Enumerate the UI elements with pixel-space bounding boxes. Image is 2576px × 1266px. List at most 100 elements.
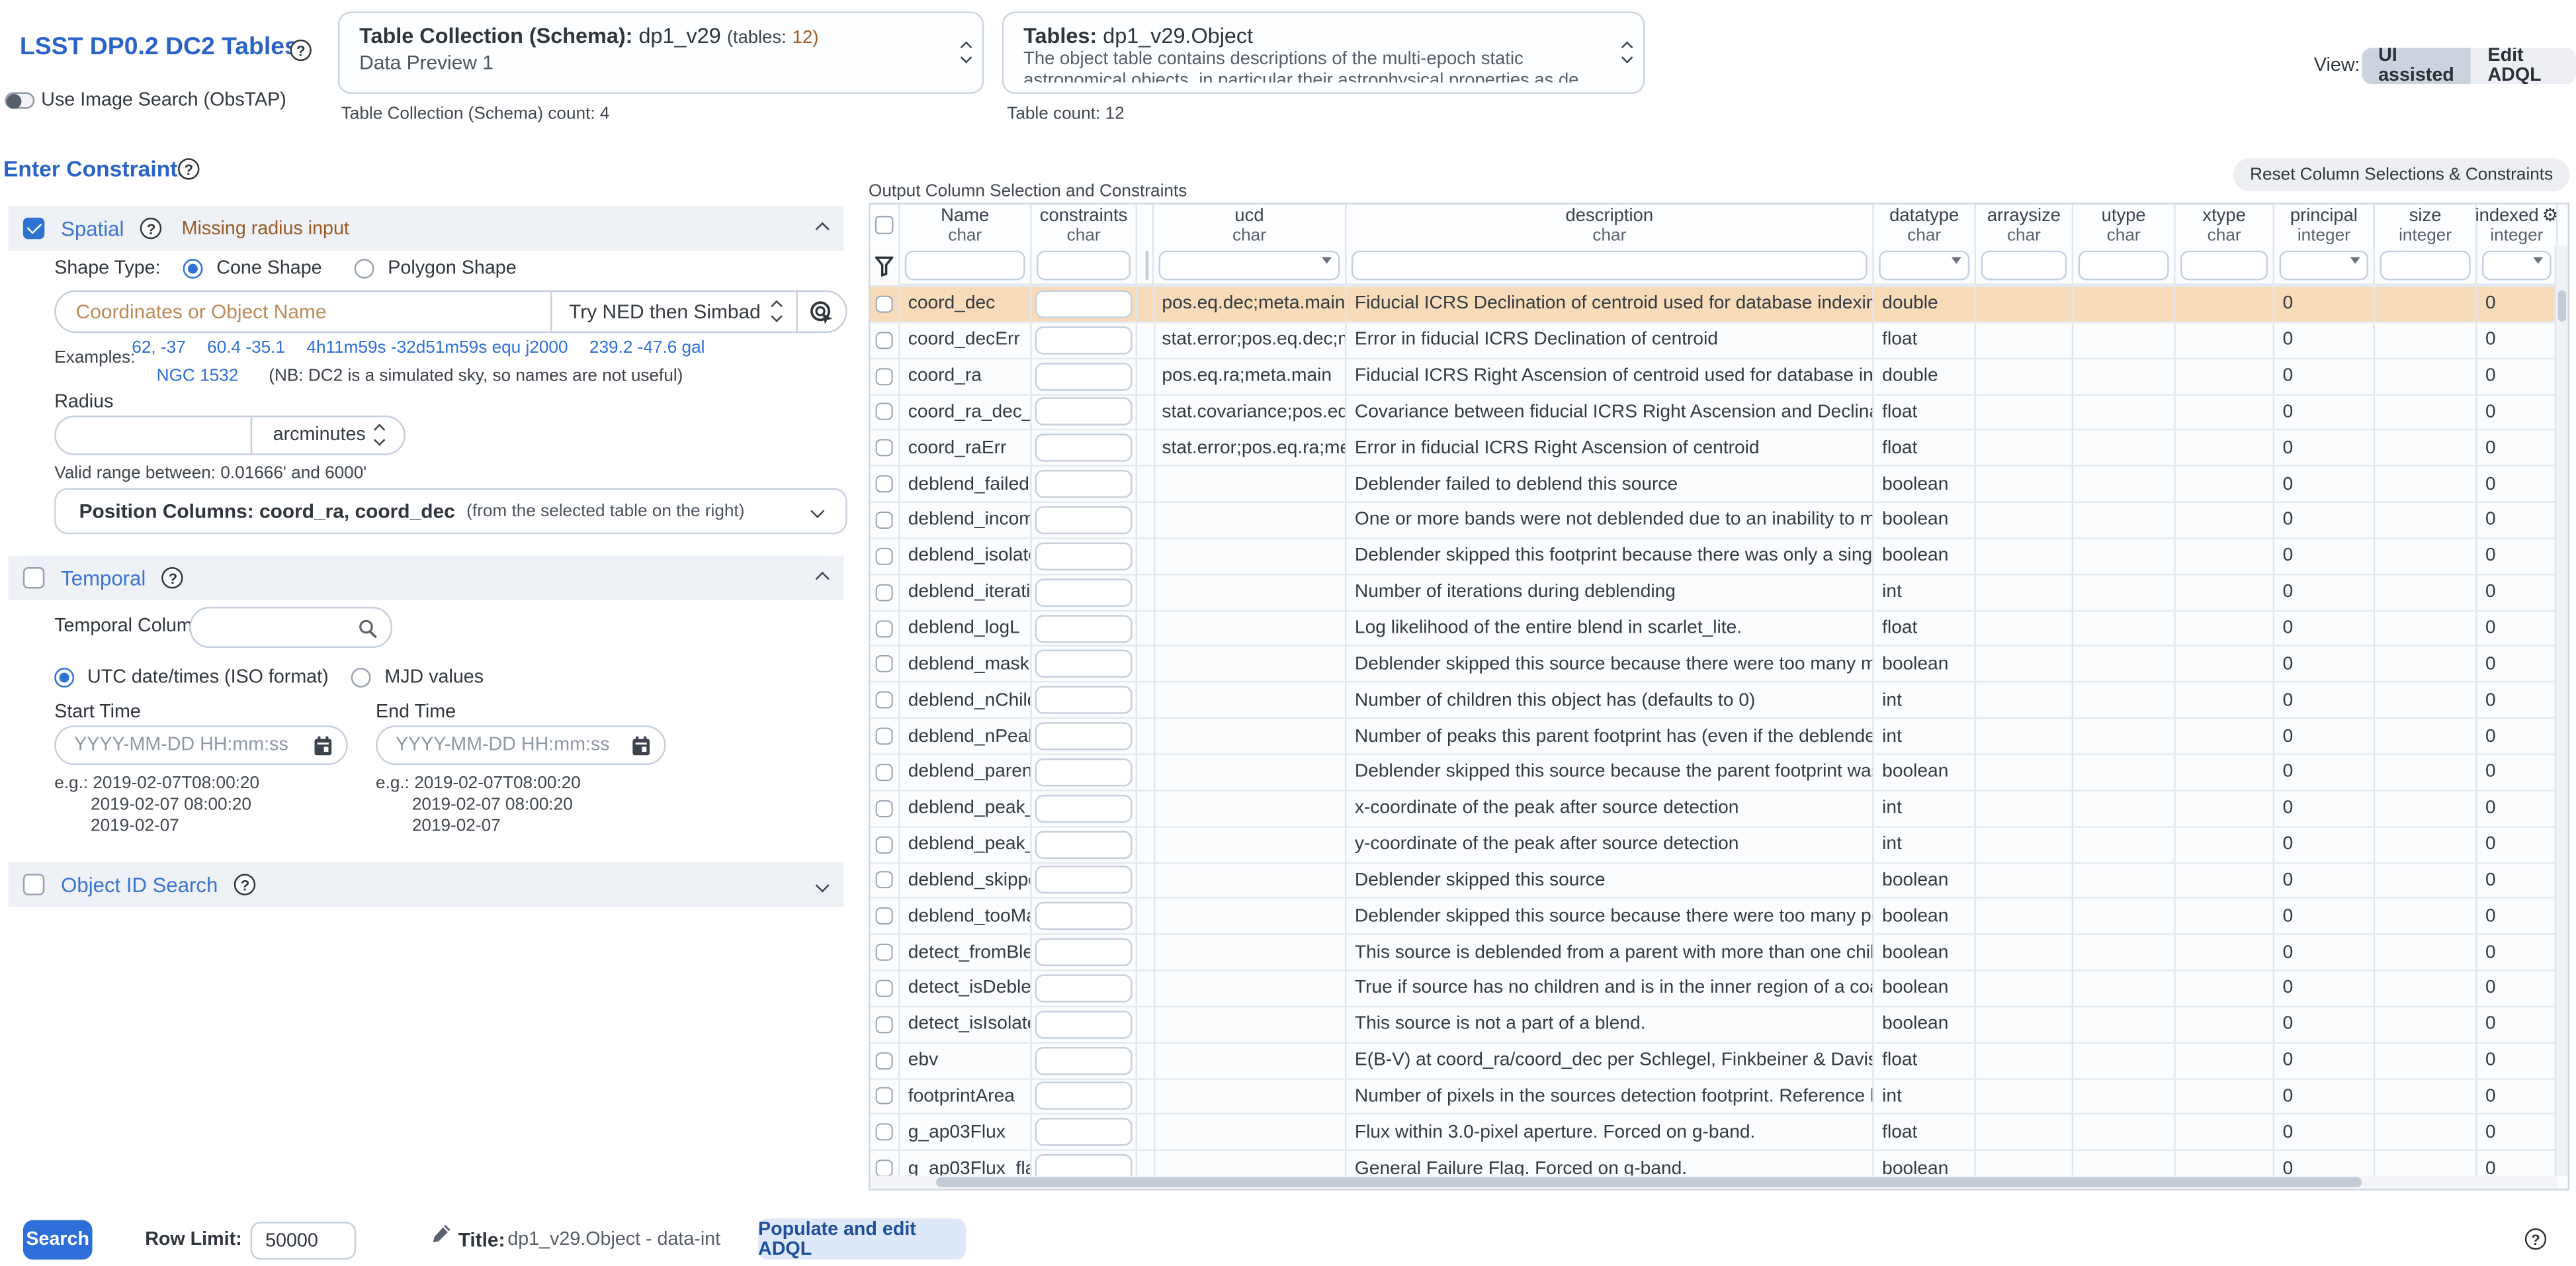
end-calendar-icon[interactable] [631, 735, 651, 756]
objectid-expand-icon[interactable] [816, 878, 830, 891]
row-checkbox[interactable] [876, 799, 893, 817]
example-link[interactable]: 62, -37 [132, 338, 185, 358]
constraints-input[interactable] [1035, 470, 1132, 498]
footer-help-icon[interactable]: ? [2525, 1228, 2546, 1249]
datatype-filter-dropdown-icon[interactable] [1952, 257, 1961, 264]
table-row-deblend_parentTooBig[interactable]: deblend_parentTooBigDeblender skipped th… [870, 753, 2557, 789]
example-link[interactable]: 239.2 -47.6 gal [589, 338, 705, 358]
constraints-filter-input[interactable] [1037, 249, 1131, 279]
column-header-constraints[interactable]: constraintschar [1032, 204, 1137, 246]
constraints-input[interactable] [1035, 1011, 1132, 1038]
polygon-shape-radio[interactable] [355, 259, 374, 279]
coordinates-input[interactable] [56, 292, 551, 332]
radius-input[interactable] [56, 417, 251, 453]
constraints-input[interactable] [1035, 290, 1132, 318]
view-option-ui-assisted[interactable]: UI assisted [2362, 48, 2471, 84]
start-time-input[interactable] [56, 727, 314, 764]
table-row-coord_ra[interactable]: coord_rapos.eq.ra;meta.mainFiducial ICRS… [870, 357, 2557, 393]
utype-filter-input[interactable] [2079, 249, 2169, 279]
temporal-collapse-icon[interactable] [816, 571, 830, 585]
start-calendar-icon[interactable] [313, 735, 333, 756]
constraints-input[interactable] [1035, 506, 1132, 534]
row-checkbox[interactable] [876, 1160, 893, 1177]
table-row-deblend_isolatedParent[interactable]: deblend_isolatedParentDeblender skipped … [870, 537, 2557, 573]
constraints-input[interactable] [1035, 398, 1132, 426]
column-header-principal[interactable]: principalinteger [2274, 204, 2375, 246]
edit-title-pencil-icon[interactable] [432, 1224, 452, 1247]
column-header-utype[interactable]: utypechar [2073, 204, 2175, 246]
temporal-help-icon[interactable]: ? [162, 567, 183, 588]
constraints-input[interactable] [1035, 1083, 1132, 1110]
row-checkbox[interactable] [876, 439, 893, 457]
row-checkbox[interactable] [876, 476, 893, 493]
horizontal-scrollbar-thumb[interactable] [936, 1177, 2362, 1187]
table-row-deblend_peak_center_y[interactable]: deblend_peak_center_yy-coordinate of the… [870, 825, 2557, 861]
spatial-section-header[interactable]: Spatial ? Missing radius input [8, 206, 843, 250]
reset-columns-button[interactable]: Reset Column Selections & Constraints [2233, 158, 2569, 191]
temporal-section-header[interactable]: Temporal ? [8, 556, 843, 600]
cone-shape-radio[interactable] [183, 259, 203, 279]
table-row-footprintArea[interactable]: footprintAreaNumber of pixels in the sou… [870, 1077, 2557, 1113]
table-row-detect_isIsolated[interactable]: detect_isIsolatedThis source is not a pa… [870, 1005, 2557, 1041]
Name-filter-input[interactable] [905, 249, 1025, 279]
row-checkbox[interactable] [876, 547, 893, 565]
example-link[interactable]: 60.4 -35.1 [207, 338, 285, 358]
table-row-deblend_peak_center_x[interactable]: deblend_peak_center_xx-coordinate of the… [870, 790, 2557, 825]
table-row-coord_dec[interactable]: coord_decpos.eq.dec;meta.mainFiducial IC… [870, 285, 2557, 321]
end-time-input[interactable] [378, 727, 632, 764]
table-row-coord_decErr[interactable]: coord_decErrstat.error;pos.eq.dec;meta.m… [870, 321, 2557, 357]
horizontal-scrollbar[interactable] [870, 1175, 2557, 1189]
indexed-filter-input[interactable] [2482, 249, 2552, 279]
ucd-filter-dropdown-icon[interactable] [1322, 257, 1332, 264]
spatial-collapse-icon[interactable] [816, 221, 830, 235]
table-row-deblend_tooManyPeaks[interactable]: deblend_tooManyPeaksDeblender skipped th… [870, 897, 2557, 933]
row-checkbox[interactable] [876, 512, 893, 529]
table-row-detect_fromBlend[interactable]: detect_fromBlendThis source is deblended… [870, 934, 2557, 970]
description-filter-input[interactable] [1352, 249, 1868, 279]
objectid-section-header[interactable]: Object ID Search ? [8, 862, 843, 907]
row-checkbox[interactable] [876, 1016, 893, 1033]
constraints-input[interactable] [1035, 362, 1132, 390]
constraints-input[interactable] [1035, 542, 1132, 570]
temporal-column-input[interactable] [191, 608, 358, 646]
table-row-coord_raErr[interactable]: coord_raErrstat.error;pos.eq.ra;meta.mai… [870, 430, 2557, 465]
column-header-xtype[interactable]: xtypechar [2176, 204, 2274, 246]
column-header-indexed[interactable]: indexed⚙integer [2477, 204, 2558, 246]
constraints-input[interactable] [1035, 651, 1132, 678]
search-button[interactable]: Search [23, 1220, 93, 1260]
column-header-size[interactable]: sizeinteger [2375, 204, 2477, 246]
row-limit-input[interactable] [251, 1222, 356, 1259]
populate-adql-button[interactable]: Populate and edit ADQL [758, 1218, 966, 1259]
view-option-edit-adql[interactable]: Edit ADQL [2471, 48, 2576, 84]
table-row-coord_ra_dec_Cov[interactable]: coord_ra_dec_Covstat.covariance;pos.eq.r… [870, 393, 2557, 429]
constraints-input[interactable] [1035, 722, 1132, 750]
row-checkbox[interactable] [876, 1052, 893, 1069]
resolve-button[interactable] [798, 299, 845, 324]
objectid-checkbox[interactable] [23, 874, 44, 895]
table-selector[interactable]: Tables: dp1_v29.Object The object table … [1002, 11, 1645, 94]
row-checkbox[interactable] [876, 296, 893, 313]
table-row-g_ap03Flux[interactable]: g_ap03FluxFlux within 3.0-pixel aperture… [870, 1114, 2557, 1150]
spatial-help-icon[interactable]: ? [140, 218, 161, 239]
row-checkbox[interactable] [876, 584, 893, 601]
table-row-deblend_nPeaks[interactable]: deblend_nPeaksNumber of peaks this paren… [870, 717, 2557, 753]
position-columns-bar[interactable]: Position Columns: coord_ra, coord_dec (f… [54, 488, 847, 534]
table-row-deblend_iterations[interactable]: deblend_iterationsNumber of iterations d… [870, 573, 2557, 609]
table-row-deblend_logL[interactable]: deblend_logLLog likelihood of the entire… [870, 610, 2557, 645]
row-checkbox[interactable] [876, 908, 893, 925]
constraints-input[interactable] [1035, 866, 1132, 894]
principal-filter-input[interactable] [2280, 249, 2369, 279]
schema-stepper[interactable] [962, 43, 969, 62]
row-checkbox[interactable] [876, 944, 893, 961]
row-checkbox[interactable] [876, 404, 893, 421]
constraints-input[interactable] [1035, 831, 1132, 858]
row-checkbox[interactable] [876, 656, 893, 673]
table-row-detect_isDeblendedSource[interactable]: detect_isDeblendedSourceTrue if source h… [870, 970, 2557, 1005]
row-checkbox[interactable] [876, 692, 893, 709]
column-header-Name[interactable]: Namechar [900, 204, 1031, 246]
constraints-help-icon[interactable]: ? [178, 158, 199, 179]
constraints-input[interactable] [1035, 938, 1132, 966]
constraints-input[interactable] [1035, 974, 1132, 1002]
indexed-filter-dropdown-icon[interactable] [2533, 257, 2543, 264]
column-header-datatype[interactable]: datatypechar [1874, 204, 1976, 246]
